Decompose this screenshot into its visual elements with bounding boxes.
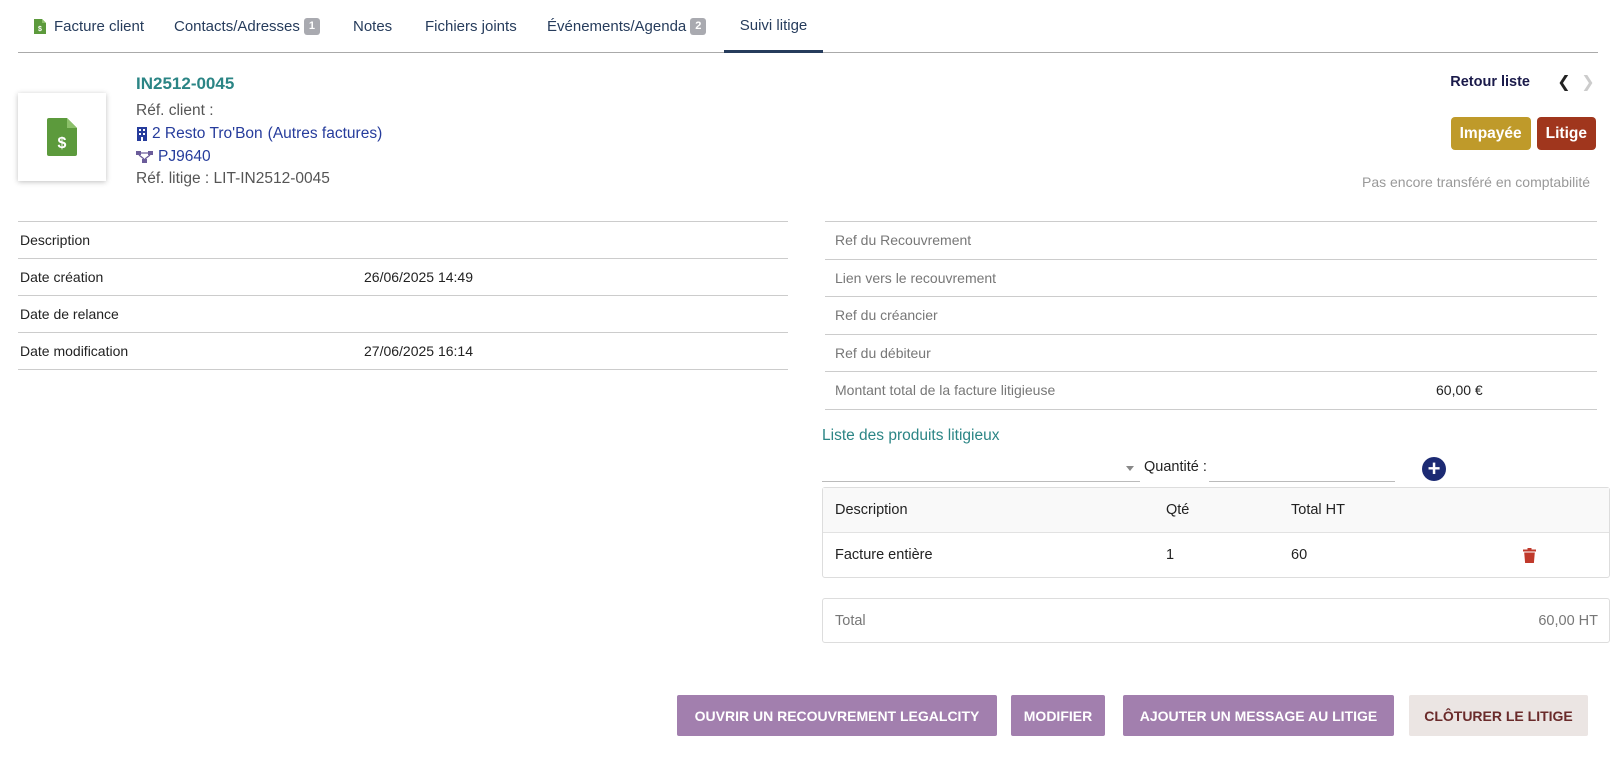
invoice-ref: IN2512-0045 (136, 74, 235, 93)
table-row: Montant total de la facture litigieuse 6… (825, 372, 1597, 410)
project-line: PJ9640 (136, 148, 211, 166)
svg-text:$: $ (58, 135, 67, 152)
quantity-input[interactable] (1209, 455, 1395, 482)
back-to-list-link[interactable]: Retour liste (1450, 74, 1530, 90)
accounting-status: Pas encore transféré en comptabilité (1361, 174, 1590, 190)
chevron-left-icon[interactable]: ❮ (1556, 72, 1572, 92)
count-badge: 2 (690, 18, 707, 35)
table-row: Ref du Recouvrement (825, 222, 1597, 260)
project-link[interactable]: PJ9640 (158, 148, 211, 166)
status-badge-litige: Litige (1536, 117, 1596, 150)
product-select[interactable] (822, 455, 1140, 482)
tab-fichiers-joints[interactable]: Fichiers joints (425, 0, 517, 53)
table-row: Lien vers le recouvrement (825, 260, 1597, 297)
tab-notes[interactable]: Notes (353, 0, 392, 53)
add-message-button[interactable]: AJOUTER UN MESSAGE AU LITIGE (1123, 695, 1394, 736)
chevron-right-icon: ❯ (1581, 74, 1595, 91)
total-label: Total (835, 612, 866, 629)
building-icon (137, 127, 147, 141)
tab-bar: $ Facture client Contacts/Adresses 1 Not… (18, 0, 1598, 53)
tab-label: Notes (353, 18, 393, 35)
table-row: Ref du débiteur (825, 335, 1597, 372)
tab-label: Événements/Agenda (547, 18, 687, 35)
table-row: Date de relance (18, 296, 788, 333)
table-row: Date modification 27/06/2025 16:14 (18, 333, 788, 370)
field-label: Date de relance (20, 306, 119, 322)
table-row: Description (18, 222, 788, 259)
trash-icon[interactable] (1523, 548, 1536, 563)
status-badges: Impayée Litige (1450, 117, 1596, 150)
column-header-description: Description (835, 502, 908, 518)
thirdparty-link[interactable]: 2 Resto Tro'Bon (152, 125, 263, 143)
count-badge: 1 (303, 18, 321, 35)
chevron-down-icon (1126, 466, 1134, 471)
cell-description: Facture entière (835, 547, 933, 563)
invoice-icon: $ (34, 19, 46, 34)
table-row: Facture entière 1 60 (823, 533, 1609, 578)
products-table: Description Qté Total HT Facture entière… (822, 487, 1610, 578)
close-litige-button[interactable]: CLÔTURER LE LITIGE (1409, 695, 1588, 736)
field-value: 60,00 € (1436, 382, 1483, 399)
invoice-thumbnail: $ (18, 93, 106, 181)
open-recovery-button[interactable]: OUVRIR UN RECOUVREMENT LEGALCITY (677, 695, 997, 736)
field-label: Lien vers le recouvrement (835, 269, 997, 286)
table-header-row: Description Qté Total HT (823, 488, 1609, 533)
tab-suivi-litige[interactable]: Suivi litige (724, 0, 823, 53)
field-label: Ref du créancier (835, 307, 938, 324)
products-total: Total 60,00 HT (822, 598, 1610, 643)
other-invoices-link[interactable]: (Autres factures) (268, 125, 383, 143)
table-row: Date création 26/06/2025 14:49 (18, 259, 788, 296)
tab-label: Suivi litige (739, 16, 808, 34)
field-value: 26/06/2025 14:49 (364, 269, 473, 285)
total-value: 60,00 HT (1538, 612, 1598, 629)
project-icon (136, 151, 153, 163)
table-row: Ref du créancier (825, 297, 1597, 335)
tab-label: Facture client (54, 18, 145, 35)
thirdparty-line: 2 Resto Tro'Bon (Autres factures) (136, 125, 382, 143)
status-badge-unpaid: Impayée (1450, 117, 1531, 150)
tab-contacts[interactable]: Contacts/Adresses 1 (174, 0, 321, 53)
recovery-info-table: Ref du Recouvrement Lien vers le recouvr… (825, 221, 1597, 410)
quantity-label: Quantité : (1144, 459, 1207, 475)
cell-qty: 1 (1166, 547, 1175, 563)
tab-evenements[interactable]: Événements/Agenda 2 (547, 0, 707, 53)
field-label: Ref du Recouvrement (835, 232, 972, 249)
record-navigation: Retour liste ❮ ❯ (1450, 72, 1596, 92)
litige-info-table: Description Date création 26/06/2025 14:… (18, 221, 788, 370)
tab-label: Fichiers joints (425, 18, 517, 35)
svg-text:$: $ (38, 26, 42, 33)
add-product-form: Quantité : + (822, 455, 1446, 483)
products-section-title: Liste des produits litigieux (822, 427, 1000, 444)
field-value: 27/06/2025 16:14 (364, 343, 473, 359)
field-label: Ref du débiteur (835, 344, 931, 361)
field-label: Date création (20, 269, 104, 285)
litige-ref: Réf. litige : LIT-IN2512-0045 (136, 170, 330, 187)
cell-total: 60 (1291, 547, 1308, 563)
field-label: Date modification (20, 343, 129, 359)
field-label: Description (20, 232, 91, 248)
column-header-total: Total HT (1291, 502, 1345, 518)
tab-label: Contacts/Adresses (174, 18, 300, 35)
invoice-icon: $ (47, 118, 77, 156)
field-label: Montant total de la facture litigieuse (835, 382, 1056, 399)
client-ref: Réf. client : (136, 102, 214, 119)
add-product-button[interactable]: + (1422, 457, 1446, 481)
tab-facture-client[interactable]: $ Facture client (34, 0, 144, 53)
column-header-qty: Qté (1166, 502, 1190, 518)
modify-button[interactable]: MODIFIER (1011, 695, 1105, 736)
